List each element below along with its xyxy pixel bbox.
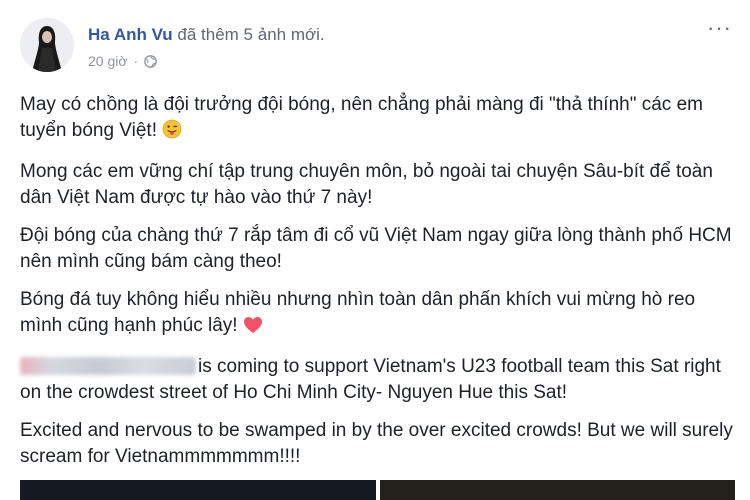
redacted-name — [20, 357, 196, 375]
post-paragraph: Excited and nervous to be swamped in by … — [20, 420, 733, 467]
globe-icon[interactable] — [144, 54, 158, 68]
post-action-text: đã thêm 5 ảnh mới. — [172, 25, 325, 44]
post-paragraph: Đội bóng của chàng thứ 7 rắp tâm đi cổ v… — [20, 225, 732, 272]
author-name-link[interactable]: Ha Anh Vu — [88, 25, 173, 44]
post-header: Ha Anh Vu đã thêm 5 ảnh mới. — [88, 24, 325, 46]
meta-separator: · — [133, 53, 139, 69]
avatar-photo — [20, 18, 74, 72]
paragraph-text: Bóng đá tuy không hiểu nhiều nhưng nhìn … — [20, 289, 696, 336]
heart-icon — [243, 316, 263, 342]
photo-grid — [20, 480, 735, 500]
post-timestamp[interactable]: 20 giờ — [88, 53, 128, 69]
post-photo[interactable] — [20, 480, 376, 500]
post-meta: 20 giờ · — [88, 53, 158, 69]
tongue-out-emoji-icon — [162, 119, 182, 147]
more-options-icon[interactable]: ··· — [707, 17, 732, 39]
post-photo[interactable] — [379, 480, 735, 500]
post-body: May có chồng là đội trưởng đội bóng, nên… — [20, 92, 735, 482]
post-paragraph: Mong các em vững chí tập trung chuyên mô… — [20, 161, 713, 208]
post-paragraph: Bóng đá tuy không hiểu nhiều nhưng nhìn … — [20, 287, 735, 342]
post-paragraph: is coming to support Vietnam's U23 footb… — [20, 354, 735, 406]
facebook-post: Ha Anh Vu đã thêm 5 ảnh mới. 20 giờ · ··… — [0, 0, 750, 500]
paragraph-text: May có chồng là đội trưởng đội bóng, nên… — [20, 94, 703, 141]
avatar[interactable] — [20, 18, 74, 72]
post-paragraph: May có chồng là đội trưởng đội bóng, nên… — [20, 92, 735, 147]
